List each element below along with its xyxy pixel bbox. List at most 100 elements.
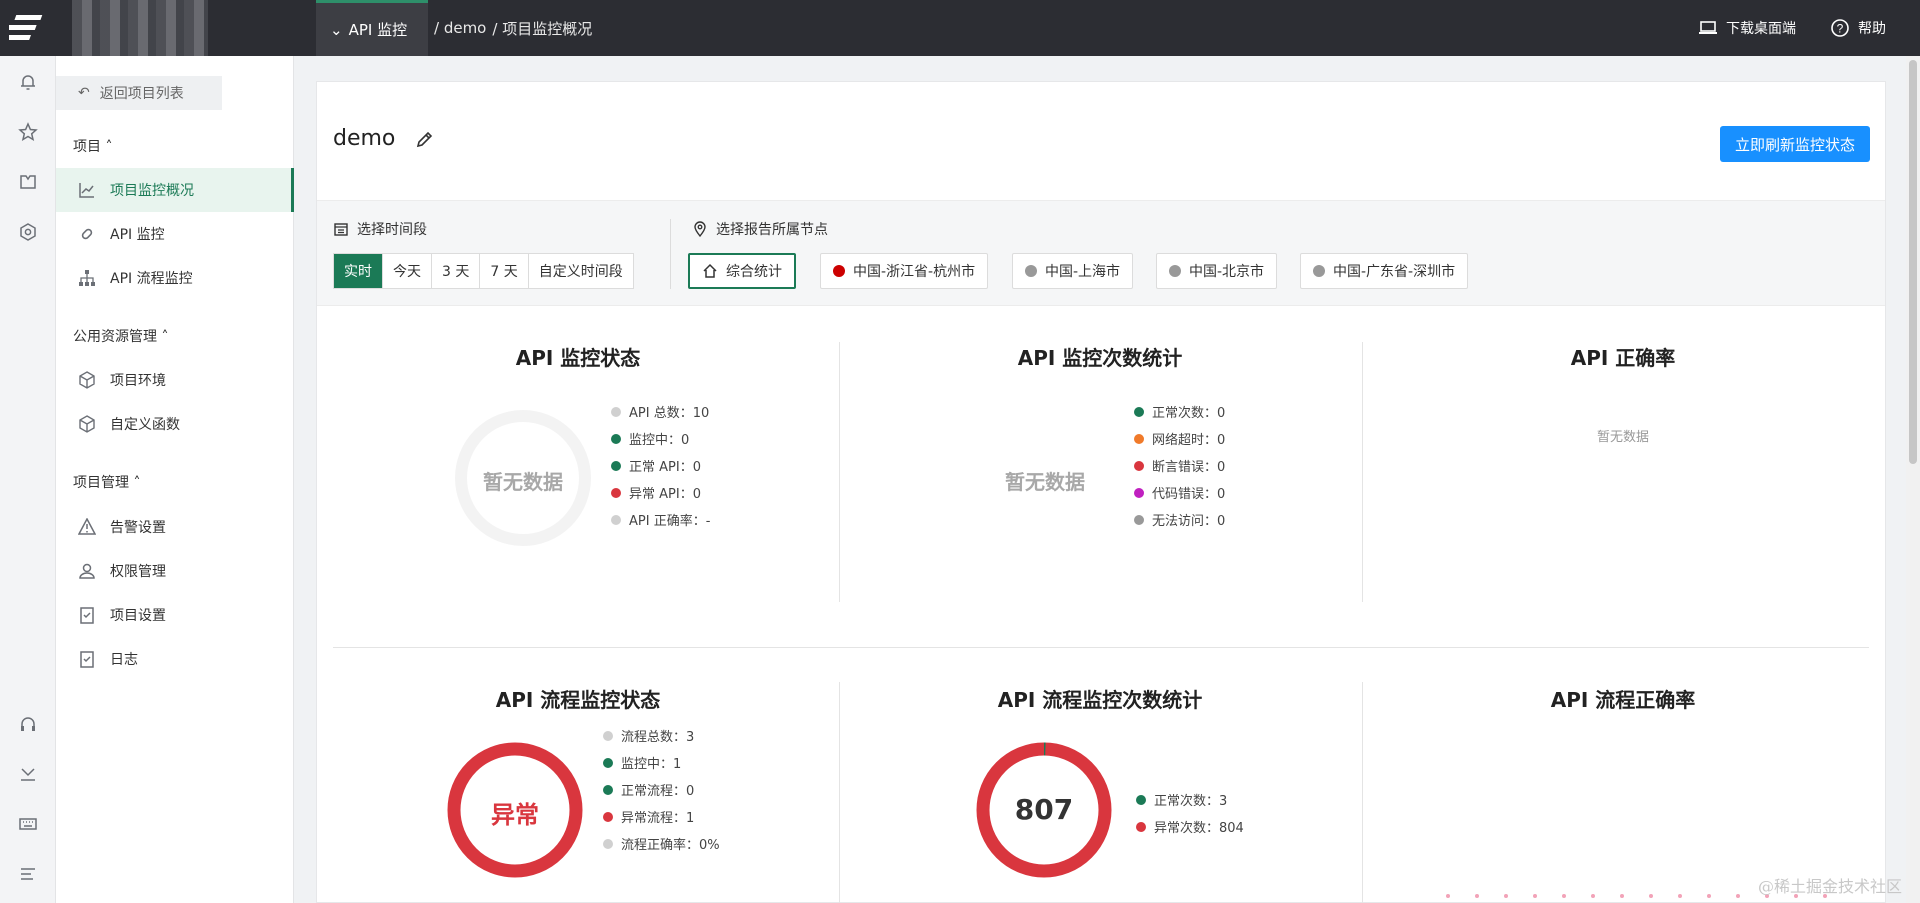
time-option-today[interactable]: 今天 [383, 254, 432, 288]
edit-icon[interactable] [415, 129, 435, 149]
flow-rate-panel: API 流程正确率 [1362, 684, 1884, 903]
time-option-custom[interactable]: 自定义时间段 [529, 254, 633, 288]
time-range-label: 选择时间段 [333, 219, 427, 239]
project-menu-tab[interactable]: ⌄ API 监控 [316, 0, 428, 56]
legend-item: 异常流程：1 [603, 803, 720, 830]
donut-center-text: 807 [1014, 793, 1074, 826]
legend-item: 网络超时：0 [1134, 425, 1225, 452]
api-status-panel: API 监控状态 暂无数据 API 总数：10 监控中：0 正常 API：0 异… [317, 342, 839, 592]
breadcrumb-project[interactable]: / demo [434, 19, 486, 37]
time-option-realtime[interactable]: 实时 [334, 254, 383, 288]
panel-title: API 正确率 [1570, 346, 1676, 370]
legend-item: 监控中：1 [603, 749, 720, 776]
calendar-icon [334, 223, 348, 236]
legend-item: 正常 API：0 [611, 452, 710, 479]
time-option-3days[interactable]: 3 天 [432, 254, 481, 288]
page-scrollbar[interactable] [1906, 56, 1920, 903]
api-status-legend: API 总数：10 监控中：0 正常 API：0 异常 API：0 API 正确… [611, 398, 710, 533]
sidebar-item-label: 日志 [110, 652, 138, 668]
flow-count-panel: API 流程监控次数统计 807 正常次数：3 异常次数：804 [839, 684, 1361, 903]
top-bar: ⌄ API 监控 / demo / 项目监控概况 下载桌面端 ? 帮助 [0, 0, 1920, 56]
logo-icon [9, 15, 43, 40]
panel-title: API 流程监控次数统计 [997, 688, 1203, 712]
sidebar-item-label: 权限管理 [110, 564, 166, 580]
download-icon[interactable] [16, 762, 40, 786]
account-info[interactable] [72, 0, 208, 56]
divider [670, 219, 671, 289]
sidebar-item-label: 项目环境 [110, 373, 166, 389]
sidebar-item-overview[interactable]: 项目监控概况 [56, 168, 294, 212]
legend-item: 无法访问：0 [1134, 506, 1225, 533]
headset-icon[interactable] [16, 712, 40, 736]
legend-item: 正常次数：3 [1136, 786, 1244, 813]
back-label: 返回项目列表 [99, 86, 184, 102]
bell-icon[interactable] [16, 70, 40, 94]
sidebar-item-label: 告警设置 [110, 520, 166, 536]
section-project[interactable]: 项目 ˄ [73, 136, 112, 156]
status-dot [1169, 265, 1181, 277]
help-button[interactable]: ? 帮助 [1830, 18, 1886, 38]
node-shenzhen[interactable]: 中国-广东省-深圳市 [1300, 253, 1469, 289]
project-name: demo [333, 126, 396, 151]
settings-icon[interactable] [16, 220, 40, 244]
project-sidebar: ↶ 返回项目列表 项目 ˄ 项目监控概况 API 监控 API 流程监控 公用资… [56, 56, 294, 903]
refresh-monitor-button[interactable]: 立即刷新监控状态 [1720, 126, 1870, 162]
download-desktop-button[interactable]: 下载桌面端 [1698, 18, 1796, 38]
cube-icon [79, 415, 95, 433]
sidebar-item-functions[interactable]: 自定义函数 [56, 402, 294, 446]
shirt-icon[interactable] [16, 170, 40, 194]
sidebar-item-alerts[interactable]: 告警设置 [56, 505, 294, 549]
page-title: demo [333, 126, 435, 151]
node-beijing[interactable]: 中国-北京市 [1156, 253, 1278, 289]
breadcrumb: / demo / 项目监控概况 [434, 0, 592, 56]
panel-title: API 监控次数统计 [1017, 346, 1183, 370]
flow-count-legend: 正常次数：3 异常次数：804 [1136, 786, 1244, 840]
flow-status-legend: 流程总数：3 监控中：1 正常流程：0 异常流程：1 流程正确率：0% [603, 722, 720, 857]
scrollbar-thumb[interactable] [1909, 60, 1917, 464]
icon-rail [0, 56, 56, 903]
section-shared-resources[interactable]: 公用资源管理 ˄ [73, 326, 168, 346]
help-icon: ? [1831, 19, 1849, 37]
keyboard-icon[interactable] [16, 812, 40, 836]
empty-state-text: 暂无数据 [1596, 430, 1649, 445]
time-option-7days[interactable]: 7 天 [480, 254, 529, 288]
legend-item: 正常次数：0 [1134, 398, 1225, 425]
line-chart-icon [79, 183, 94, 198]
donut-center-text: 暂无数据 [483, 470, 563, 494]
clipboard-check-icon [80, 651, 94, 668]
legend-item: 代码错误：0 [1134, 479, 1225, 506]
app-logo[interactable] [0, 0, 56, 56]
divider [333, 647, 1869, 648]
home-icon [703, 263, 717, 278]
filter-bar: 选择时间段 实时 今天 3 天 7 天 自定义时间段 选择报告所属节点 综合统计… [317, 200, 1885, 306]
donut-center-text: 暂无数据 [1005, 470, 1085, 494]
sidebar-item-label: 项目设置 [110, 608, 166, 624]
node-hangzhou[interactable]: 中国-浙江省-杭州市 [820, 253, 989, 289]
menu-icon[interactable] [16, 862, 40, 886]
sidebar-item-project-settings[interactable]: 项目设置 [56, 593, 294, 637]
sidebar-item-label: API 监控 [110, 227, 165, 243]
sidebar-item-label: API 流程监控 [110, 271, 193, 287]
node-shanghai[interactable]: 中国-上海市 [1012, 253, 1134, 289]
flow-status-panel: API 流程监控状态 异常 流程总数：3 监控中：1 正常流程：0 异常流程：1… [317, 684, 839, 903]
sidebar-item-label: 自定义函数 [110, 417, 180, 433]
sidebar-item-environment[interactable]: 项目环境 [56, 358, 294, 402]
overview-card: demo 立即刷新监控状态 选择时间段 实时 今天 3 天 7 天 自定义时间段… [316, 81, 1886, 903]
legend-item: 流程总数：3 [603, 722, 720, 749]
node-label: 选择报告所属节点 [692, 219, 828, 239]
sidebar-item-flow-monitor[interactable]: API 流程监控 [56, 256, 294, 300]
back-to-projects-button[interactable]: ↶ 返回项目列表 [56, 76, 222, 110]
star-icon[interactable] [16, 120, 40, 144]
sidebar-item-label: 项目监控概况 [110, 183, 194, 199]
chevron-down-icon: ⌄ [330, 20, 343, 39]
user-icon [79, 563, 95, 579]
node-overall[interactable]: 综合统计 [688, 253, 796, 289]
sidebar-item-permissions[interactable]: 权限管理 [56, 549, 294, 593]
section-project-management[interactable]: 项目管理 ˄ [73, 472, 140, 492]
sidebar-item-logs[interactable]: 日志 [56, 637, 294, 681]
legend-item: 监控中：0 [611, 425, 710, 452]
api-count-legend: 正常次数：0 网络超时：0 断言错误：0 代码错误：0 无法访问：0 [1134, 398, 1225, 533]
legend-item: 流程正确率：0% [603, 830, 720, 857]
sidebar-item-api-monitor[interactable]: API 监控 [56, 212, 294, 256]
laptop-icon [1699, 21, 1717, 34]
